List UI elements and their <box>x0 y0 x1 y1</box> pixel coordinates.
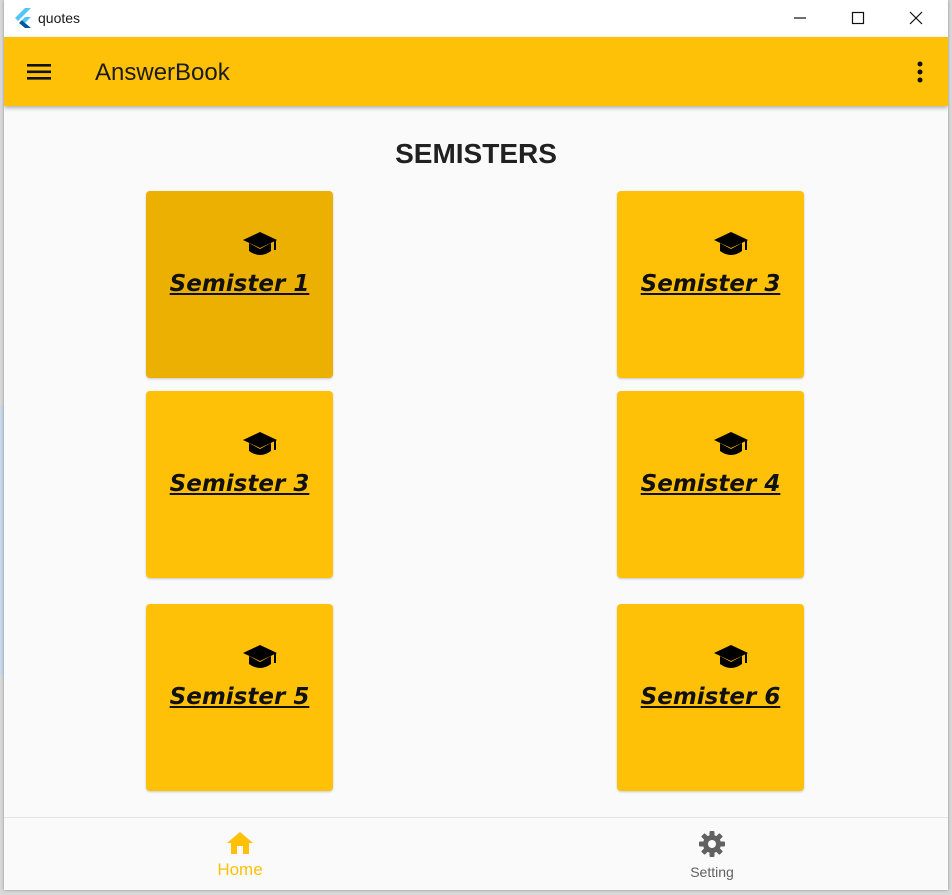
minimize-icon <box>794 17 806 19</box>
nav-item-home[interactable]: Home <box>4 818 476 890</box>
graduation-cap-icon <box>714 232 748 255</box>
graduation-cap-icon <box>243 232 277 255</box>
semister-card[interactable]: Semister 5 <box>146 604 333 791</box>
minimize-button[interactable] <box>771 0 829 37</box>
bottom-navigation-bar: Home Setting <box>4 817 948 890</box>
maximize-icon <box>851 11 865 25</box>
graduation-cap-icon <box>243 432 277 455</box>
semister-card[interactable]: Semister 3 <box>617 191 804 378</box>
settings-icon <box>699 831 725 857</box>
semister-card[interactable]: Semister 3 <box>146 391 333 578</box>
window-titlebar[interactable]: quotes <box>4 0 948 37</box>
graduation-cap-icon <box>243 645 277 668</box>
semister-card[interactable]: Semister 6 <box>617 604 804 791</box>
semister-card[interactable]: Semister 1 <box>146 191 333 378</box>
app-bar: AnswerBook <box>4 37 948 106</box>
page-heading: SEMISTERS <box>395 138 557 169</box>
close-icon <box>909 11 923 25</box>
close-button[interactable] <box>887 0 945 37</box>
semister-card[interactable]: Semister 4 <box>617 391 804 578</box>
nav-item-setting[interactable]: Setting <box>476 818 948 890</box>
graduation-cap-icon <box>714 432 748 455</box>
app-window: quotes AnswerBook SEMISTERS Semister 1 S… <box>4 0 948 890</box>
maximize-button[interactable] <box>829 0 887 37</box>
card-label: Semister 6 <box>640 684 781 710</box>
hamburger-menu-icon[interactable] <box>27 62 51 82</box>
window-title: quotes <box>38 10 81 26</box>
nav-label-home: Home <box>217 860 263 879</box>
nav-label-setting: Setting <box>690 864 734 880</box>
card-label: Semister 1 <box>169 271 310 297</box>
card-label: Semister 3 <box>169 471 310 497</box>
home-icon <box>227 832 253 854</box>
app-title: AnswerBook <box>95 59 230 86</box>
card-label: Semister 4 <box>640 471 781 497</box>
graduation-cap-icon <box>714 645 748 668</box>
card-label: Semister 5 <box>169 684 310 710</box>
flutter-logo-icon <box>15 8 31 28</box>
more-vert-icon[interactable] <box>915 61 925 83</box>
card-label: Semister 3 <box>640 271 781 297</box>
